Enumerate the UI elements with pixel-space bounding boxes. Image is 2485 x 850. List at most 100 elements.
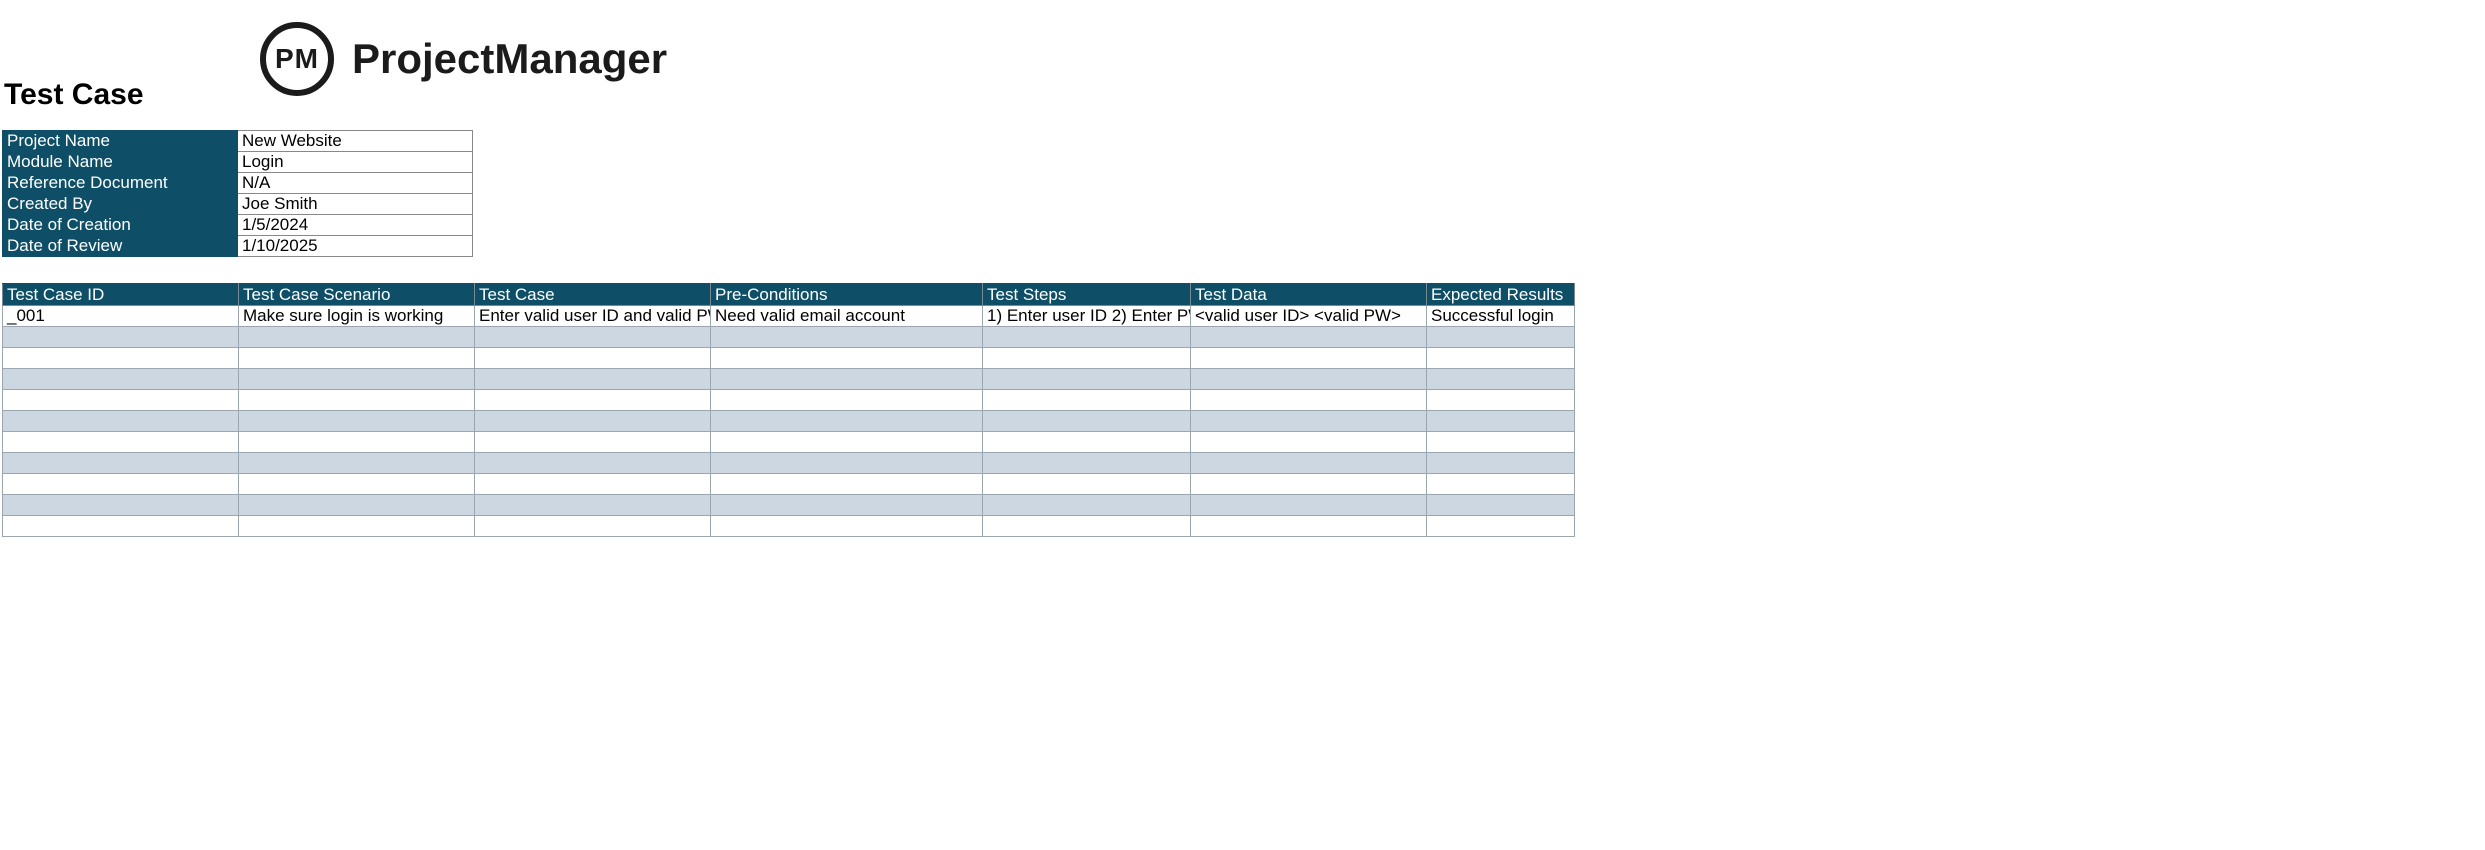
- cell-data[interactable]: [1191, 474, 1427, 495]
- cell-pre[interactable]: [711, 453, 983, 474]
- col-header-id: Test Case ID: [3, 284, 239, 306]
- cell-data[interactable]: [1191, 453, 1427, 474]
- cell-steps[interactable]: [983, 474, 1191, 495]
- cell-case[interactable]: Enter valid user ID and valid PW: [475, 306, 711, 327]
- cell-scenario[interactable]: [239, 495, 475, 516]
- cell-scenario[interactable]: [239, 432, 475, 453]
- cell-steps[interactable]: [983, 327, 1191, 348]
- cell-scenario[interactable]: [239, 453, 475, 474]
- logo: PM ProjectManager: [260, 22, 667, 96]
- cell-data[interactable]: [1191, 495, 1427, 516]
- cell-scenario[interactable]: [239, 327, 475, 348]
- table-row: [3, 348, 1575, 369]
- cell-pre[interactable]: [711, 390, 983, 411]
- table-row: [3, 516, 1575, 537]
- cell-case[interactable]: [475, 453, 711, 474]
- cell-expected[interactable]: [1427, 474, 1575, 495]
- cell-data[interactable]: [1191, 516, 1427, 537]
- cell-id[interactable]: [3, 348, 239, 369]
- cell-steps[interactable]: [983, 348, 1191, 369]
- cell-pre[interactable]: [711, 495, 983, 516]
- cell-data[interactable]: [1191, 390, 1427, 411]
- cell-id[interactable]: [3, 390, 239, 411]
- cell-data[interactable]: [1191, 327, 1427, 348]
- meta-value[interactable]: N/A: [238, 173, 473, 194]
- col-header-expected: Expected Results: [1427, 284, 1575, 306]
- cell-scenario[interactable]: [239, 348, 475, 369]
- cell-expected[interactable]: [1427, 327, 1575, 348]
- table-row: [3, 411, 1575, 432]
- meta-value[interactable]: 1/5/2024: [238, 215, 473, 236]
- cell-steps[interactable]: [983, 516, 1191, 537]
- cell-pre[interactable]: [711, 369, 983, 390]
- cell-case[interactable]: [475, 516, 711, 537]
- cell-data[interactable]: [1191, 369, 1427, 390]
- table-row: _001 Make sure login is working Enter va…: [3, 306, 1575, 327]
- cell-case[interactable]: [475, 474, 711, 495]
- cell-id[interactable]: [3, 411, 239, 432]
- cell-expected[interactable]: [1427, 495, 1575, 516]
- cell-expected[interactable]: [1427, 411, 1575, 432]
- cell-steps[interactable]: [983, 369, 1191, 390]
- cell-steps[interactable]: [983, 495, 1191, 516]
- cell-data[interactable]: <valid user ID> <valid PW>: [1191, 306, 1427, 327]
- cell-data[interactable]: [1191, 432, 1427, 453]
- cell-scenario[interactable]: [239, 411, 475, 432]
- meta-label: Created By: [3, 194, 238, 215]
- cell-scenario[interactable]: [239, 516, 475, 537]
- cell-case[interactable]: [475, 369, 711, 390]
- cell-case[interactable]: [475, 411, 711, 432]
- cell-data[interactable]: [1191, 411, 1427, 432]
- cell-case[interactable]: [475, 327, 711, 348]
- cell-scenario[interactable]: [239, 390, 475, 411]
- cell-scenario[interactable]: [239, 369, 475, 390]
- cell-id[interactable]: [3, 474, 239, 495]
- meta-row: Created By Joe Smith: [3, 194, 473, 215]
- cell-id[interactable]: [3, 495, 239, 516]
- cell-pre[interactable]: [711, 348, 983, 369]
- cell-expected[interactable]: [1427, 390, 1575, 411]
- cell-pre[interactable]: [711, 516, 983, 537]
- cell-steps[interactable]: [983, 453, 1191, 474]
- col-header-case: Test Case: [475, 284, 711, 306]
- meta-value[interactable]: Login: [238, 152, 473, 173]
- logo-badge-icon: PM: [260, 22, 334, 96]
- cell-case[interactable]: [475, 348, 711, 369]
- test-case-table: Test Case ID Test Case Scenario Test Cas…: [2, 283, 1575, 537]
- meta-value[interactable]: Joe Smith: [238, 194, 473, 215]
- cell-id[interactable]: [3, 432, 239, 453]
- cell-expected[interactable]: Successful login: [1427, 306, 1575, 327]
- meta-label: Project Name: [3, 131, 238, 152]
- cell-case[interactable]: [475, 432, 711, 453]
- cell-expected[interactable]: [1427, 516, 1575, 537]
- cell-steps[interactable]: [983, 432, 1191, 453]
- cell-pre[interactable]: [711, 474, 983, 495]
- col-header-scenario: Test Case Scenario: [239, 284, 475, 306]
- cell-id[interactable]: [3, 453, 239, 474]
- meta-label: Date of Review: [3, 236, 238, 257]
- cell-steps[interactable]: [983, 390, 1191, 411]
- cell-id[interactable]: _001: [3, 306, 239, 327]
- cell-steps[interactable]: 1) Enter user ID 2) Enter PW 3) login: [983, 306, 1191, 327]
- cell-scenario[interactable]: Make sure login is working: [239, 306, 475, 327]
- cell-pre[interactable]: Need valid email account: [711, 306, 983, 327]
- table-row: [3, 432, 1575, 453]
- cell-expected[interactable]: [1427, 369, 1575, 390]
- cell-id[interactable]: [3, 327, 239, 348]
- cell-pre[interactable]: [711, 327, 983, 348]
- cell-expected[interactable]: [1427, 453, 1575, 474]
- cell-pre[interactable]: [711, 432, 983, 453]
- cell-case[interactable]: [475, 390, 711, 411]
- cell-case[interactable]: [475, 495, 711, 516]
- table-row: [3, 327, 1575, 348]
- cell-pre[interactable]: [711, 411, 983, 432]
- cell-steps[interactable]: [983, 411, 1191, 432]
- cell-expected[interactable]: [1427, 432, 1575, 453]
- cell-id[interactable]: [3, 516, 239, 537]
- meta-value[interactable]: New Website: [238, 131, 473, 152]
- meta-value[interactable]: 1/10/2025: [238, 236, 473, 257]
- cell-data[interactable]: [1191, 348, 1427, 369]
- cell-id[interactable]: [3, 369, 239, 390]
- cell-scenario[interactable]: [239, 474, 475, 495]
- cell-expected[interactable]: [1427, 348, 1575, 369]
